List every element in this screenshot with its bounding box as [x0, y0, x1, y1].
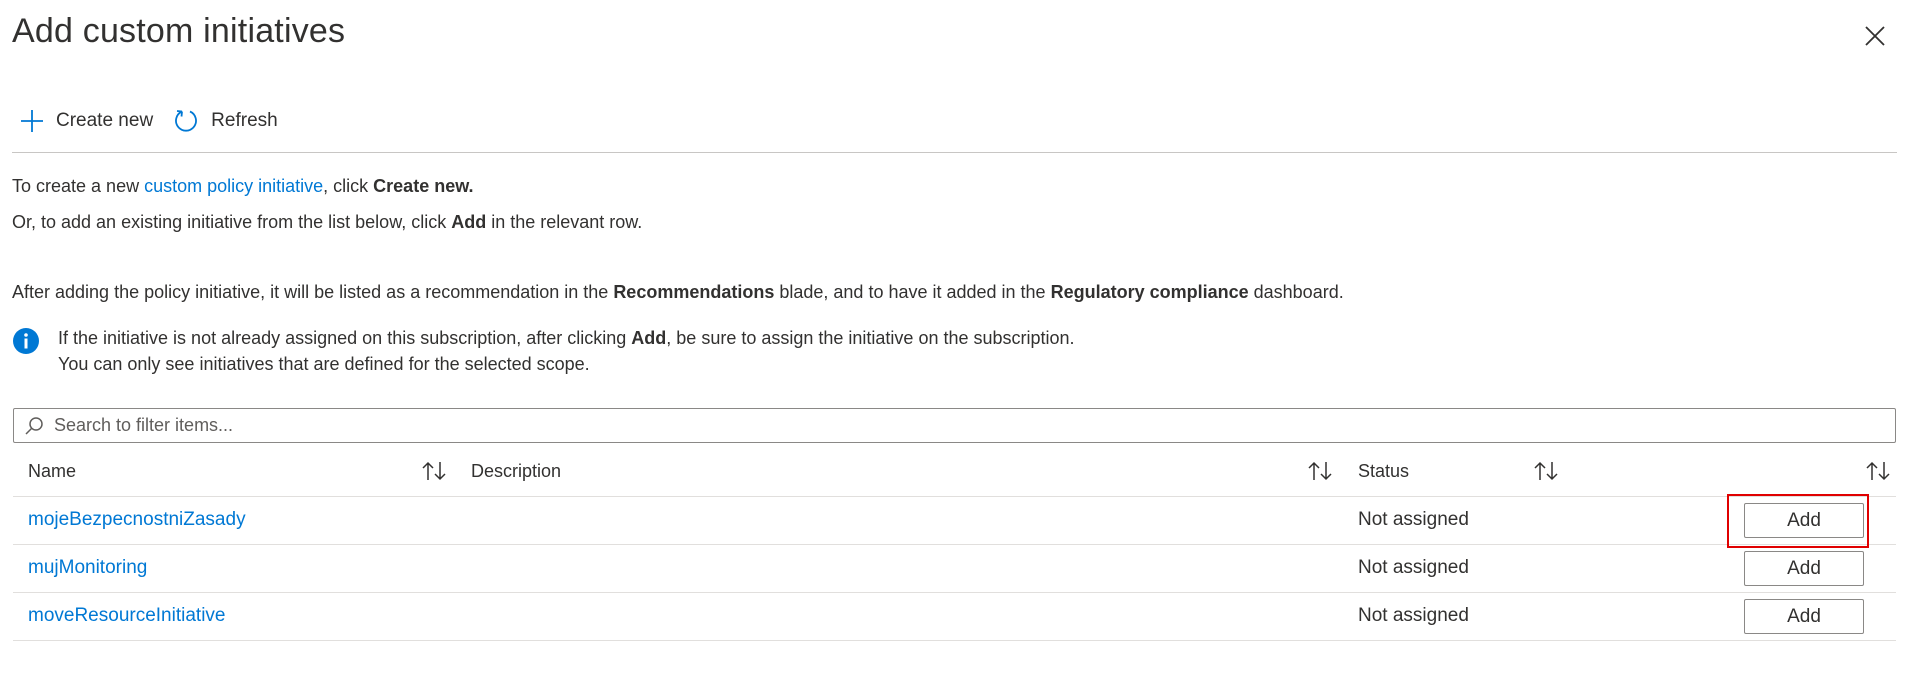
plus-icon	[21, 110, 43, 132]
intro-bold: Regulatory compliance	[1050, 282, 1249, 302]
intro-bold: Recommendations	[613, 282, 775, 302]
custom-policy-initiative-link[interactable]: custom policy initiative	[144, 176, 323, 196]
refresh-label: Refresh	[211, 110, 278, 131]
search-input[interactable]	[52, 414, 1895, 437]
info-text-part: If the initiative is not already assigne…	[58, 328, 632, 348]
info-text: If the initiative is not already assigne…	[58, 325, 1075, 377]
column-header-name[interactable]: Name	[28, 461, 76, 482]
status-text: Not assigned	[1358, 557, 1469, 578]
intro-text: dashboard.	[1248, 282, 1344, 302]
intro-text: After adding the policy initiative, it w…	[12, 282, 614, 302]
initiative-name-link[interactable]: mojeBezpecnostniZasady	[28, 509, 246, 531]
table-row: moveResourceInitiative Not assigned Add	[13, 593, 1896, 641]
close-icon	[1865, 26, 1885, 46]
table-header: Name Description Status	[13, 448, 1896, 497]
intro-line-3: After adding the policy initiative, it w…	[12, 282, 1344, 303]
status-text: Not assigned	[1358, 605, 1469, 626]
status-text: Not assigned	[1358, 509, 1469, 530]
sort-action-icon[interactable]	[1865, 460, 1891, 482]
create-new-button[interactable]: Create new	[20, 109, 153, 133]
table-row: mujMonitoring Not assigned Add	[13, 545, 1896, 593]
intro-text: Or, to add an existing initiative from t…	[12, 212, 452, 232]
search-icon	[25, 416, 43, 435]
sort-description-icon[interactable]	[1307, 460, 1333, 482]
toolbar-divider	[12, 152, 1897, 153]
info-line-1: If the initiative is not already assigne…	[58, 325, 1075, 351]
table-row: mojeBezpecnostniZasady Not assigned Add	[13, 497, 1896, 545]
add-button[interactable]: Add	[1744, 599, 1864, 634]
intro-line-1: To create a new custom policy initiative…	[12, 176, 474, 197]
page-title: Add custom initiatives	[12, 12, 346, 50]
intro-bold: Create new.	[373, 176, 474, 196]
intro-text: To create a new	[12, 176, 145, 196]
column-header-description[interactable]: Description	[471, 461, 561, 482]
info-text-part: , be sure to assign the initiative on th…	[666, 328, 1075, 348]
info-bold: Add	[631, 328, 667, 348]
info-icon	[13, 328, 39, 354]
info-line-2: You can only see initiatives that are de…	[58, 354, 590, 374]
intro-text: in the relevant row.	[486, 212, 643, 232]
refresh-icon	[175, 110, 198, 132]
intro-text: , click	[323, 176, 374, 196]
intro-text: blade, and to have it added in the	[774, 282, 1051, 302]
initiative-name-link[interactable]: mujMonitoring	[28, 557, 147, 579]
toolbar: Create new Refresh	[20, 108, 298, 134]
sort-name-icon[interactable]	[421, 460, 447, 482]
search-box[interactable]	[13, 408, 1896, 443]
column-header-status[interactable]: Status	[1358, 461, 1409, 482]
initiative-name-link[interactable]: moveResourceInitiative	[28, 605, 225, 627]
intro-bold: Add	[451, 212, 487, 232]
add-button[interactable]: Add	[1744, 503, 1864, 538]
intro-line-2: Or, to add an existing initiative from t…	[12, 212, 642, 233]
refresh-button[interactable]: Refresh	[173, 108, 278, 134]
close-button[interactable]	[1861, 22, 1889, 50]
add-button[interactable]: Add	[1744, 551, 1864, 586]
create-new-label: Create new	[56, 110, 154, 131]
sort-status-icon[interactable]	[1533, 460, 1559, 482]
info-banner: If the initiative is not already assigne…	[12, 325, 1075, 377]
